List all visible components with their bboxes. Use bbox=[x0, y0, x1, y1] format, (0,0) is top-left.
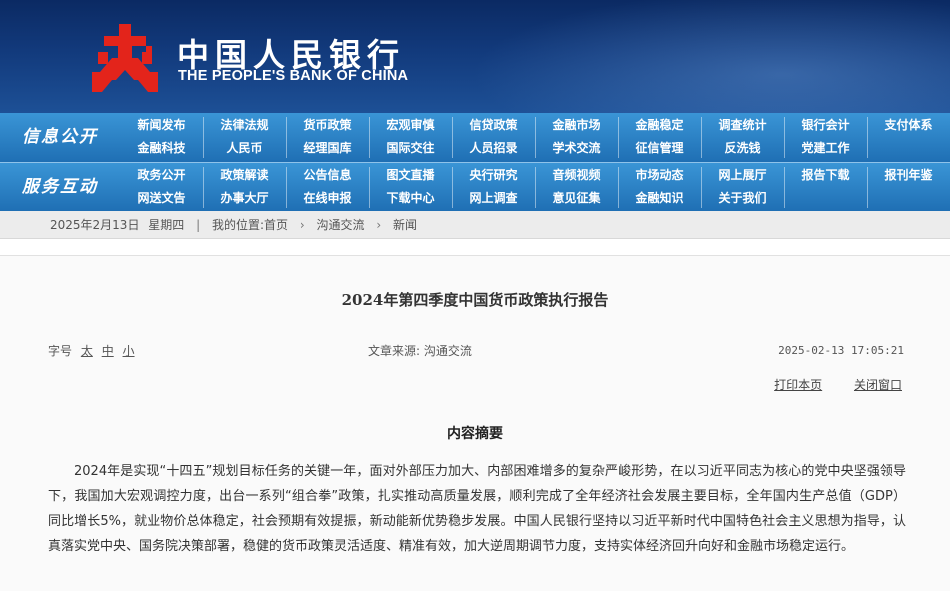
location-label: 我的位置: bbox=[212, 218, 265, 232]
abstract-text: 2024年是实现“十四五”规划目标任务的关键一年，面对外部压力加大、内部困难增多… bbox=[48, 464, 906, 554]
header-glow bbox=[470, 0, 950, 113]
nav-info-top-item-3[interactable]: 宏观审慎 bbox=[369, 114, 452, 136]
nav-info-top-item-6[interactable]: 金融稳定 bbox=[618, 114, 701, 136]
article-meta: 字号 太 中 小 文章来源: 沟通交流 2025-02-13 17:05:21 bbox=[48, 342, 904, 360]
nav-service-sub-item-7[interactable]: 关于我们 bbox=[701, 187, 784, 209]
nav-service-sub-item-2[interactable]: 在线申报 bbox=[286, 187, 369, 209]
nav-info-sub-item-8[interactable]: 党建工作 bbox=[784, 137, 867, 159]
nav-info-sub-item-3[interactable]: 国际交往 bbox=[369, 137, 452, 159]
nav-info-top-item-2[interactable]: 货币政策 bbox=[286, 114, 369, 136]
close-window-link[interactable]: 关闭窗口 bbox=[854, 378, 902, 392]
nav-info-top-item-5[interactable]: 金融市场 bbox=[535, 114, 618, 136]
nav-info-top-item-4[interactable]: 信贷政策 bbox=[452, 114, 535, 136]
nav-service-top-item-4[interactable]: 央行研究 bbox=[452, 164, 535, 186]
site-header: 中国人民银行 THE PEOPLE'S BANK OF CHINA bbox=[0, 0, 950, 113]
nav-service-top-item-6[interactable]: 市场动态 bbox=[618, 164, 701, 186]
current-weekday: 星期四 bbox=[148, 218, 185, 232]
nav-service-sub-item-6[interactable]: 金融知识 bbox=[618, 187, 701, 209]
abstract-heading: 内容摘要 bbox=[447, 426, 503, 442]
article-title: 2024年第四季度中国货币政策执行报告 bbox=[341, 291, 609, 309]
nav-info-top-item-9[interactable]: 支付体系 bbox=[867, 114, 950, 136]
nav-service-top-item-1[interactable]: 政策解读 bbox=[203, 164, 286, 186]
pboc-logo-icon[interactable] bbox=[92, 22, 158, 92]
nav-info-sub-item-5[interactable]: 学术交流 bbox=[535, 137, 618, 159]
nav-info-top-item-7[interactable]: 调查统计 bbox=[701, 114, 784, 136]
nav-row-info: 信息公开 新闻发布 金融科技 法律法规 人民币 货币政策 经理国库 宏观审慎 国际交往 信贷政策… bbox=[0, 113, 950, 162]
nav-info-top-item-1[interactable]: 法律法规 bbox=[203, 114, 286, 136]
font-size-medium[interactable]: 中 bbox=[102, 344, 114, 358]
nav-service-sub-item-4[interactable]: 网上调查 bbox=[452, 187, 535, 209]
nav-info-sub-item-7[interactable]: 反洗钱 bbox=[701, 137, 784, 159]
breadcrumb-divider: | bbox=[196, 218, 201, 232]
nav-row-service: 服务互动 政务公开 网送文告 政策解读 办事大厅 公告信息 在线申报 图文直播 下载中心 央行研… bbox=[0, 162, 950, 211]
nav-service-top-item-5[interactable]: 音频视频 bbox=[535, 164, 618, 186]
font-size-controls: 字号 太 中 小 bbox=[48, 342, 135, 360]
breadcrumb-home[interactable]: 首页 bbox=[264, 218, 288, 232]
nav-info-sub-item-0[interactable]: 金融科技 bbox=[120, 137, 203, 159]
nav-info-sub-item-2[interactable]: 经理国库 bbox=[286, 137, 369, 159]
chevron-right-icon: › bbox=[299, 218, 305, 232]
nav-service-sub-item-1[interactable]: 办事大厅 bbox=[203, 187, 286, 209]
nav-info-top-item-0[interactable]: 新闻发布 bbox=[120, 114, 203, 136]
article-source: 文章来源: 沟通交流 bbox=[368, 344, 472, 358]
nav-section-service: 服务互动 bbox=[22, 177, 98, 197]
breadcrumb-communication[interactable]: 沟通交流 bbox=[317, 218, 365, 232]
nav-info-sub-item-4[interactable]: 人员招录 bbox=[452, 137, 535, 159]
bank-name-en: THE PEOPLE'S BANK OF CHINA bbox=[178, 68, 409, 84]
breadcrumb-bar: 2025年2月13日 星期四 | 我的位置:首页 › 沟通交流 › 新闻 bbox=[0, 211, 950, 239]
chevron-right-icon: › bbox=[376, 218, 382, 232]
nav-service-top-item-0[interactable]: 政务公开 bbox=[120, 164, 203, 186]
nav-info-top-item-8[interactable]: 银行会计 bbox=[784, 114, 867, 136]
article-actions: 打印本页 关闭窗口 bbox=[746, 376, 902, 393]
font-size-label: 字号 bbox=[48, 344, 73, 358]
font-size-small[interactable]: 小 bbox=[123, 344, 135, 358]
nav-info-sub-item-6[interactable]: 征信管理 bbox=[618, 137, 701, 159]
nav-grid-info: 新闻发布 金融科技 法律法规 人民币 货币政策 经理国库 宏观审慎 国际交往 信贷政策 人员招录金… bbox=[120, 113, 950, 162]
current-date: 2025年2月13日 bbox=[50, 218, 140, 232]
nav-service-top-item-3[interactable]: 图文直播 bbox=[369, 164, 452, 186]
nav-grid-service: 政务公开 网送文告 政策解读 办事大厅 公告信息 在线申报 图文直播 下载中心 央行研究 网上调查… bbox=[120, 163, 950, 212]
breadcrumb: 2025年2月13日 星期四 | 我的位置:首页 › 沟通交流 › 新闻 bbox=[50, 211, 417, 239]
font-size-large[interactable]: 太 bbox=[81, 344, 93, 358]
nav-service-top-item-7[interactable]: 网上展厅 bbox=[701, 164, 784, 186]
nav-service-top-item-2[interactable]: 公告信息 bbox=[286, 164, 369, 186]
nav-service-sub-item-0[interactable]: 网送文告 bbox=[120, 187, 203, 209]
nav-service-top-item-9[interactable]: 报刊年鉴 bbox=[867, 164, 950, 186]
main-nav: 信息公开 新闻发布 金融科技 法律法规 人民币 货币政策 经理国库 宏观审慎 国际交往 信贷政策… bbox=[0, 113, 950, 211]
article-panel: 2024年第四季度中国货币政策执行报告 字号 太 中 小 文章来源: 沟通交流 … bbox=[0, 255, 950, 591]
nav-service-sub-item-5[interactable]: 意见征集 bbox=[535, 187, 618, 209]
article-timestamp: 2025-02-13 17:05:21 bbox=[778, 344, 904, 357]
breadcrumb-news[interactable]: 新闻 bbox=[393, 218, 417, 232]
print-page-link[interactable]: 打印本页 bbox=[774, 378, 822, 392]
nav-info-sub-item-1[interactable]: 人民币 bbox=[203, 137, 286, 159]
nav-section-info: 信息公开 bbox=[22, 127, 98, 147]
nav-service-top-item-8[interactable]: 报告下载 bbox=[784, 164, 867, 186]
nav-service-sub-item-3[interactable]: 下载中心 bbox=[369, 187, 452, 209]
